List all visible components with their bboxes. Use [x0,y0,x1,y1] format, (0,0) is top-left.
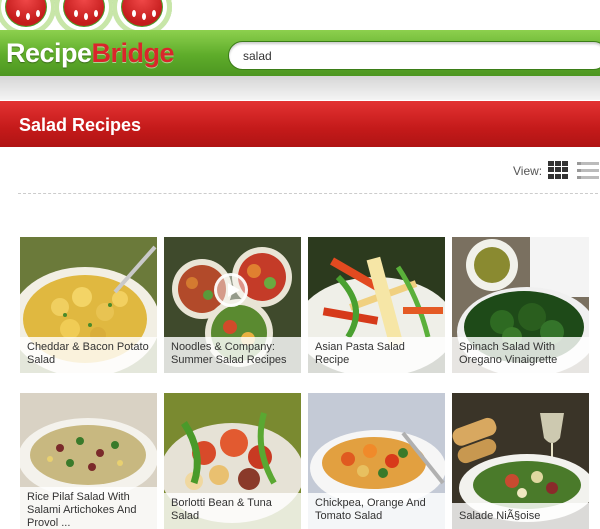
view-label: View: [513,164,543,178]
recipe-card[interactable]: Chickpea, Orange And Tomato Salad [308,393,445,529]
logo-text-bridge: Bridge [91,38,175,68]
recipe-title: Chickpea, Orange And Tomato Salad [315,497,426,522]
recipe-title: Noodles & Company: Summer Salad Recipes [171,341,287,366]
recipe-title: Asian Pasta Salad Recipe [315,341,405,366]
recipe-card[interactable]: Salade NiÃ§oise [452,393,589,529]
recipe-title: Borlotti Bean & Tuna Salad [171,497,272,522]
recipe-card[interactable]: Borlotti Bean & Tuna Salad [164,393,301,529]
list-view-icon[interactable] [577,161,599,179]
recipe-card[interactable]: Noodles & Company: Summer Salad Recipes [164,237,301,373]
grid-view-icon[interactable] [548,161,568,179]
play-icon[interactable] [214,273,248,307]
search-input[interactable] [228,41,600,70]
recipe-title: Cheddar & Bacon Potato Salad [27,341,149,366]
site-logo[interactable]: RecipeBridge [6,38,175,69]
divider [18,193,598,194]
recipe-title: Salade NiÃ§oise [459,510,541,522]
recipe-card[interactable]: Cheddar & Bacon Potato Salad [20,237,157,373]
recipe-card[interactable]: Rice Pilaf Salad With Salami Artichokes … [20,393,157,529]
site-header: RecipeBridge [0,0,600,100]
recipe-title: Spinach Salad With Oregano Vinaigrette [459,341,558,366]
recipe-card[interactable]: Spinach Salad With Oregano Vinaigrette [452,237,589,373]
recipe-card[interactable]: Asian Pasta Salad Recipe [308,237,445,373]
page-title-bar: Salad Recipes [0,101,600,147]
recipe-title: Rice Pilaf Salad With Salami Artichokes … [27,491,137,529]
page-title: Salad Recipes [19,115,142,135]
logo-text-recipe: Recipe [6,38,92,68]
view-toolbar: View: [0,155,600,185]
